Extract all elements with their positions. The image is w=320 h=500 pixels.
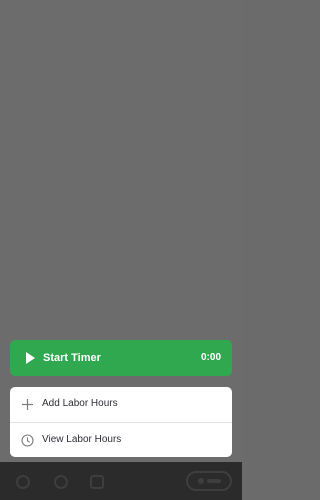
start-timer-label: Start Timer <box>43 352 101 364</box>
nav-toggle-bar-icon <box>207 479 221 483</box>
start-timer-button[interactable]: Start Timer 0:00 <box>10 340 232 376</box>
labor-hours-menu: Add Labor Hours View Labor Hours <box>10 387 232 457</box>
add-labor-hours-item[interactable]: Add Labor Hours <box>10 387 232 422</box>
nav-toggle-dot-icon <box>198 478 204 484</box>
view-labor-hours-label: View Labor Hours <box>42 434 122 445</box>
view-labor-hours-item[interactable]: View Labor Hours <box>10 422 232 457</box>
play-icon <box>26 352 35 364</box>
add-labor-hours-label: Add Labor Hours <box>42 398 118 409</box>
nav-home-icon <box>16 475 30 489</box>
nav-chat-icon <box>54 475 68 489</box>
clock-icon <box>21 434 34 447</box>
plus-icon <box>22 399 33 410</box>
nav-camera-icon <box>90 475 104 489</box>
timer-elapsed-value: 0:00 <box>200 352 221 363</box>
